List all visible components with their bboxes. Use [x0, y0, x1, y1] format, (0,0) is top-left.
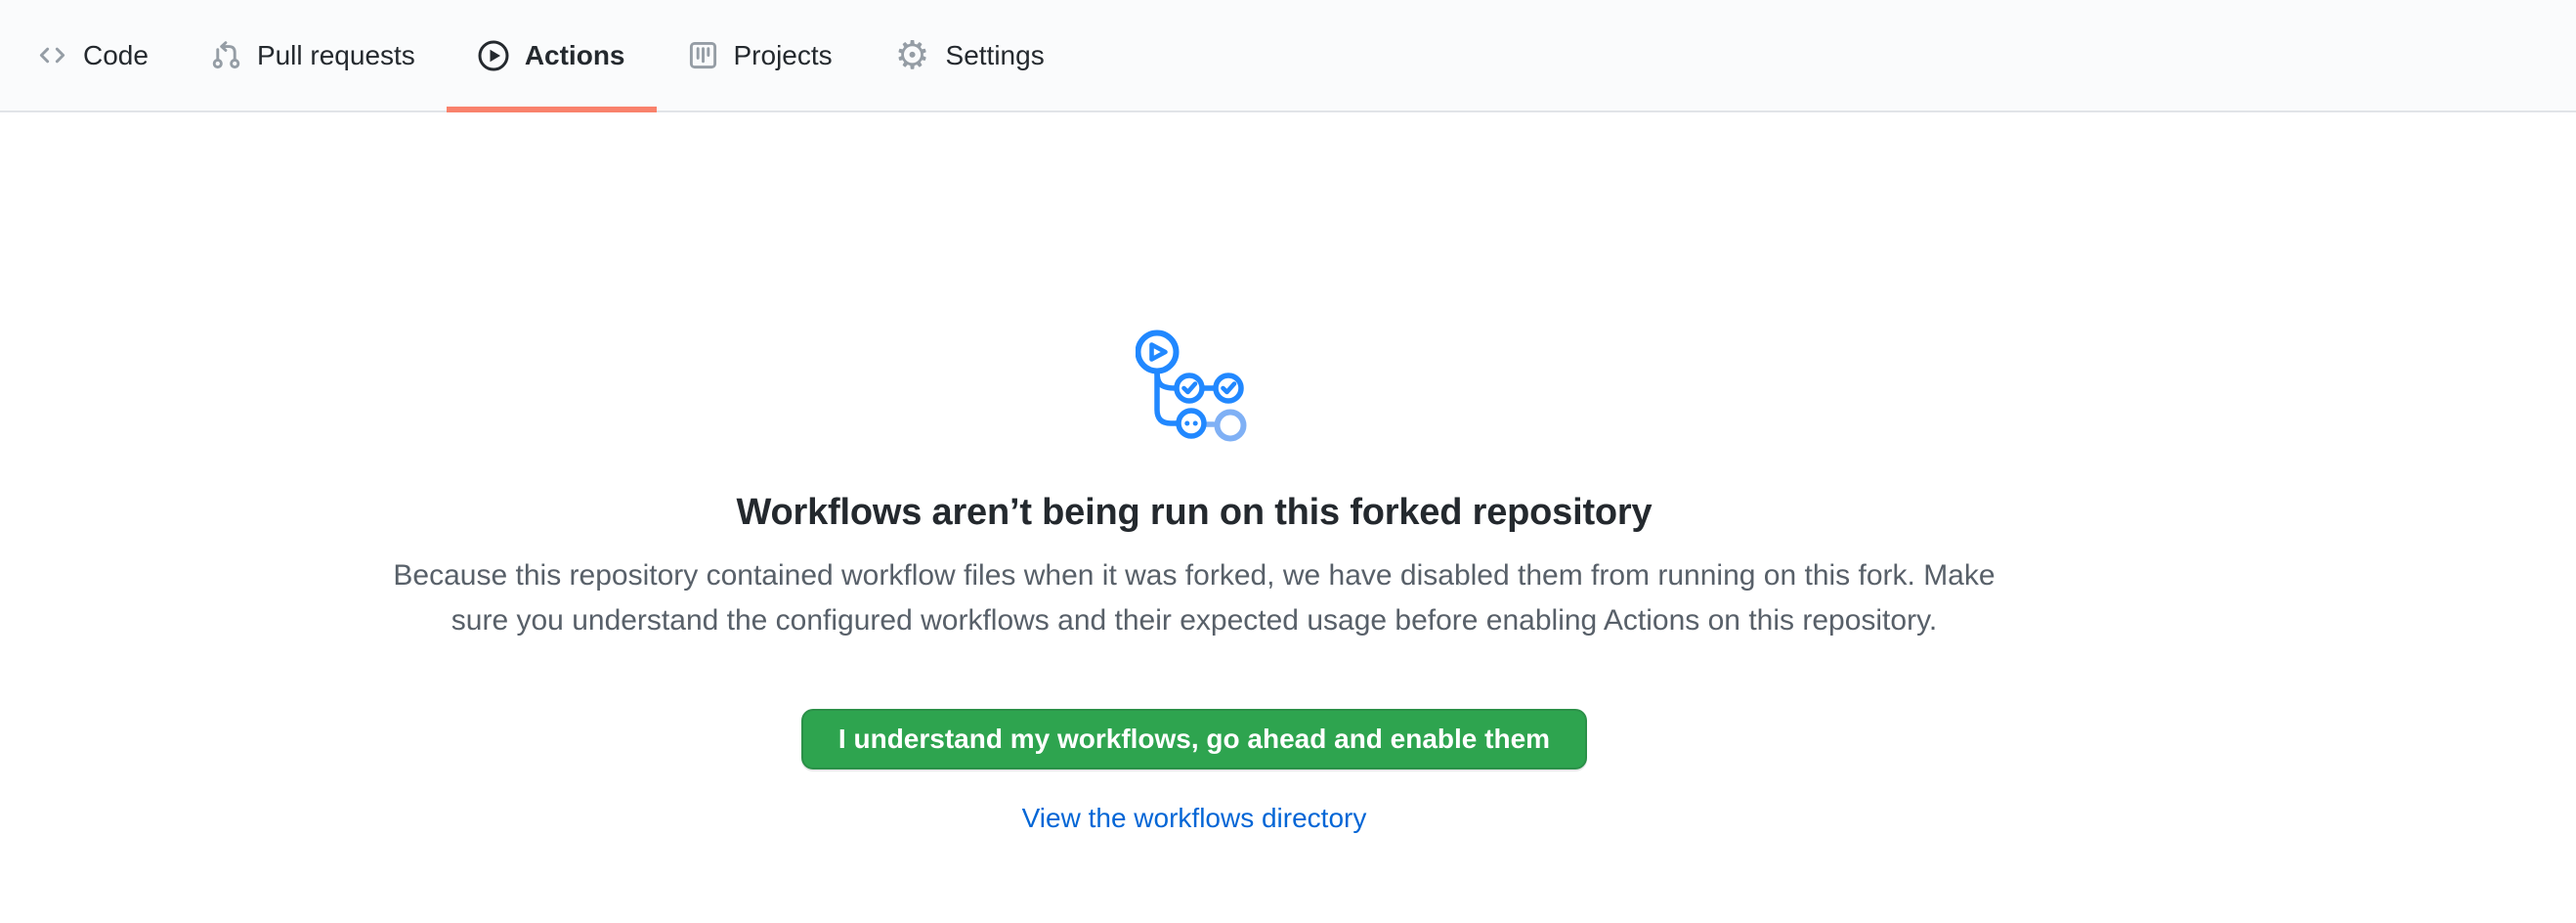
project-board-icon: [688, 40, 718, 70]
tab-actions[interactable]: Actions: [447, 0, 657, 110]
tab-label: Actions: [525, 42, 625, 69]
code-icon: [37, 40, 67, 70]
view-workflows-directory-link[interactable]: View the workflows directory: [1022, 803, 1367, 834]
hero-description: Because this repository contained workfl…: [393, 553, 1995, 643]
git-pull-request-icon: [211, 40, 241, 70]
repo-tab-bar: Code Pull requests Actions Projects ⚙ Se…: [0, 0, 2576, 112]
tab-code[interactable]: Code: [6, 0, 180, 110]
tab-projects[interactable]: Projects: [657, 0, 864, 110]
tab-pull-requests[interactable]: Pull requests: [180, 0, 447, 110]
actions-blankslate: Workflows aren’t being run on this forke…: [0, 112, 2388, 834]
enable-workflows-button[interactable]: I understand my workflows, go ahead and …: [801, 709, 1587, 769]
workflow-icon: [1136, 326, 1253, 443]
tab-label: Code: [83, 42, 149, 69]
gear-icon: ⚙: [895, 40, 930, 71]
tab-settings[interactable]: ⚙ Settings: [864, 0, 1076, 110]
page-title: Workflows aren’t being run on this forke…: [737, 492, 1653, 534]
play-circle-icon: [478, 40, 509, 71]
tab-label: Settings: [946, 42, 1045, 69]
tab-label: Projects: [734, 42, 833, 69]
tab-label: Pull requests: [257, 42, 415, 69]
hero-description-line1: Because this repository contained workfl…: [393, 553, 1995, 598]
hero-description-line2: sure you understand the configured workf…: [393, 598, 1995, 643]
